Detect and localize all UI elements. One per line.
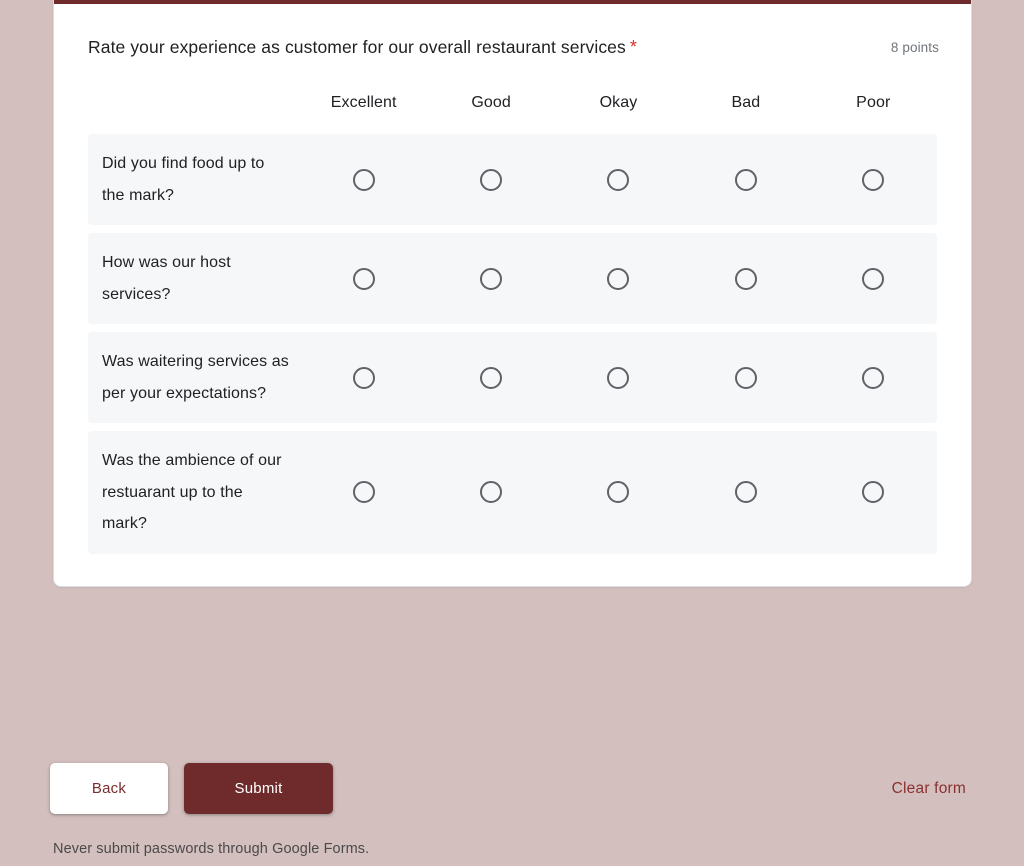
table-row: Was waitering services as per your expec… — [88, 332, 937, 423]
back-button[interactable]: Back — [50, 763, 168, 814]
grid-column-header-good: Good — [471, 94, 511, 111]
points-label: 8 points — [890, 40, 939, 55]
clear-form-link[interactable]: Clear form — [886, 772, 972, 806]
radio-button-2-bad[interactable] — [734, 366, 757, 389]
question-title-text: Rate your experience as customer for our… — [88, 37, 626, 57]
grid-cell-2-excellent[interactable] — [300, 332, 428, 423]
grid-row-label-2: Was waitering services as per your expec… — [88, 332, 300, 423]
radio-button-1-good[interactable] — [480, 267, 503, 290]
grid-header: Excellent Good Okay Bad Poor — [88, 94, 937, 126]
grid-cell-3-okay[interactable] — [554, 431, 683, 554]
grid-cell-2-good[interactable] — [427, 332, 555, 423]
grid-cell-1-poor[interactable] — [809, 233, 937, 324]
grid-cell-0-good[interactable] — [427, 134, 555, 225]
grid-wrapper: Excellent Good Okay Bad Poor Did you fin… — [54, 86, 971, 562]
grid-cell-3-good[interactable] — [427, 431, 555, 554]
question-title: Rate your experience as customer for our… — [88, 34, 637, 60]
radio-button-3-poor[interactable] — [862, 481, 885, 504]
radio-button-0-poor[interactable] — [862, 168, 885, 191]
radio-button-3-okay[interactable] — [607, 481, 630, 504]
grid-cell-3-poor[interactable] — [809, 431, 937, 554]
grid-cell-3-excellent[interactable] — [300, 431, 428, 554]
grid-column-header-bad: Bad — [731, 94, 761, 111]
radio-button-2-excellent[interactable] — [352, 366, 375, 389]
grid-cell-0-poor[interactable] — [809, 134, 937, 225]
grid-corner-blank — [88, 94, 300, 126]
grid-row-label-0: Did you find food up to the mark? — [88, 134, 300, 225]
grid-header-row: Excellent Good Okay Bad Poor — [88, 94, 937, 126]
grid-cell-1-good[interactable] — [427, 233, 555, 324]
radio-button-2-poor[interactable] — [862, 366, 885, 389]
grid-cell-2-poor[interactable] — [809, 332, 937, 423]
grid-cell-1-okay[interactable] — [554, 233, 683, 324]
radio-button-1-okay[interactable] — [607, 267, 630, 290]
table-row: Did you find food up to the mark? — [88, 134, 937, 225]
radio-button-1-bad[interactable] — [734, 267, 757, 290]
radio-button-2-good[interactable] — [480, 366, 503, 389]
question-card: Rate your experience as customer for our… — [53, 0, 972, 587]
question-header: Rate your experience as customer for our… — [54, 4, 971, 60]
radio-button-1-poor[interactable] — [862, 267, 885, 290]
radio-button-0-good[interactable] — [480, 168, 503, 191]
table-row: How was our host services? — [88, 233, 937, 324]
grid-cell-0-bad[interactable] — [682, 134, 810, 225]
grid-cell-2-bad[interactable] — [682, 332, 810, 423]
radio-button-3-excellent[interactable] — [352, 481, 375, 504]
grid-cell-0-okay[interactable] — [554, 134, 683, 225]
grid-column-header-excellent: Excellent — [330, 94, 397, 111]
password-disclaimer: Never submit passwords through Google Fo… — [53, 841, 370, 857]
grid-cell-2-okay[interactable] — [554, 332, 683, 423]
grid-row-label-1: How was our host services? — [88, 233, 300, 324]
radio-button-0-excellent[interactable] — [352, 168, 375, 191]
radio-button-1-excellent[interactable] — [352, 267, 375, 290]
grid-row-label-3: Was the ambience of our restuarant up to… — [88, 431, 300, 554]
radio-button-0-bad[interactable] — [734, 168, 757, 191]
submit-button[interactable]: Submit — [184, 763, 333, 814]
grid-cell-0-excellent[interactable] — [300, 134, 428, 225]
required-asterisk: * — [629, 37, 637, 57]
radio-button-3-good[interactable] — [480, 481, 503, 504]
grid-body: Did you find food up to the mark? How wa… — [88, 134, 937, 554]
grid-cell-3-bad[interactable] — [682, 431, 810, 554]
grid-column-header-poor: Poor — [856, 94, 891, 111]
radio-button-0-okay[interactable] — [607, 168, 630, 191]
grid-cell-1-excellent[interactable] — [300, 233, 428, 324]
table-row: Was the ambience of our restuarant up to… — [88, 431, 937, 554]
form-actions: Back Submit Clear form — [50, 763, 972, 814]
radio-button-3-bad[interactable] — [734, 481, 757, 504]
radio-button-2-okay[interactable] — [607, 366, 630, 389]
grid-cell-1-bad[interactable] — [682, 233, 810, 324]
rating-grid: Excellent Good Okay Bad Poor Did you fin… — [88, 86, 937, 562]
grid-column-header-okay: Okay — [599, 94, 638, 111]
